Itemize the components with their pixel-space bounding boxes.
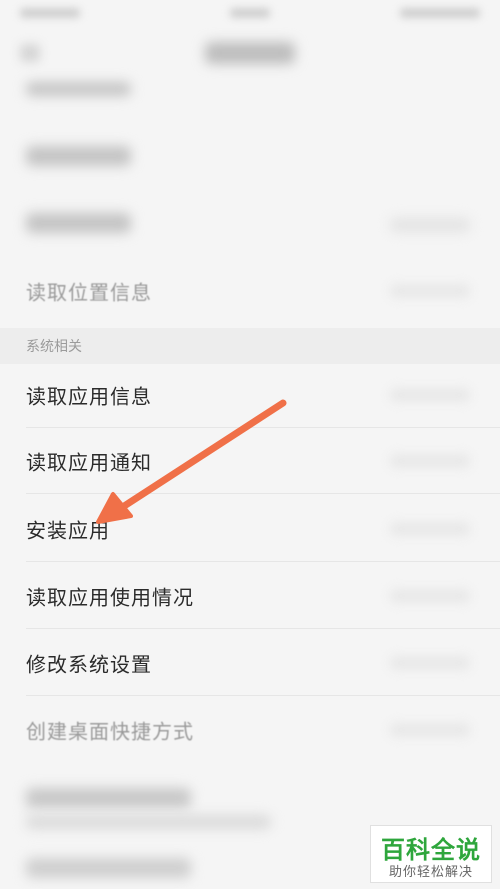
permission-item-read-app-notifications[interactable]: 读取应用通知 (0, 428, 500, 494)
watermark-slogan: 助你轻松解决 (388, 865, 473, 880)
permission-value (390, 388, 470, 402)
permission-label: 读取应用通知 (26, 450, 152, 475)
watermark-logo: 百科全说 助你轻松解决 (370, 825, 492, 883)
divider (26, 695, 500, 696)
section-title: 系统相关 (26, 339, 82, 355)
blurred-row-text (26, 146, 131, 166)
permission-value (390, 284, 470, 298)
status-bar-left (20, 8, 80, 18)
blurred-row-text (26, 213, 131, 233)
permission-item-create-shortcut[interactable]: 创建桌面快捷方式 (0, 697, 500, 763)
status-bar (0, 0, 500, 30)
blurred-row-text (26, 858, 191, 878)
permission-item-modify-system-settings[interactable]: 修改系统设置 (0, 630, 500, 696)
permission-label: 修改系统设置 (26, 652, 152, 677)
permission-item-read-app-usage[interactable]: 读取应用使用情况 (0, 563, 500, 629)
page-title (205, 42, 295, 64)
permission-value (390, 723, 470, 737)
watermark-brand: 百科全说 (381, 836, 481, 864)
permission-label: 读取位置信息 (26, 280, 152, 305)
permission-item-location[interactable]: 读取位置信息 (0, 258, 500, 324)
permission-item-install-apps[interactable]: 安装应用 (0, 496, 500, 562)
back-button[interactable] (20, 44, 40, 62)
permission-value (390, 589, 470, 603)
permission-value (390, 522, 470, 536)
permission-label: 读取应用使用情况 (26, 585, 194, 610)
permission-label: 读取应用信息 (26, 384, 152, 409)
status-bar-time (230, 8, 270, 18)
permission-item-read-app-info[interactable]: 读取应用信息 (0, 362, 500, 428)
permissions-screen: 读取位置信息 系统相关 读取应用信息 读取应用通知 安装应用 读取应用使用情况 … (0, 0, 500, 889)
blurred-row-value (390, 218, 470, 232)
status-bar-right (400, 8, 480, 18)
blurred-row-text (26, 788, 191, 808)
divider (26, 493, 500, 494)
section-header-system: 系统相关 (0, 328, 500, 364)
blurred-row-text (26, 82, 131, 96)
permission-value (390, 454, 470, 468)
permission-label: 安装应用 (26, 518, 110, 543)
divider (26, 628, 500, 629)
divider (26, 561, 500, 562)
blurred-row-subtext (26, 815, 271, 829)
permission-label: 创建桌面快捷方式 (26, 719, 194, 744)
permission-value (390, 656, 470, 670)
